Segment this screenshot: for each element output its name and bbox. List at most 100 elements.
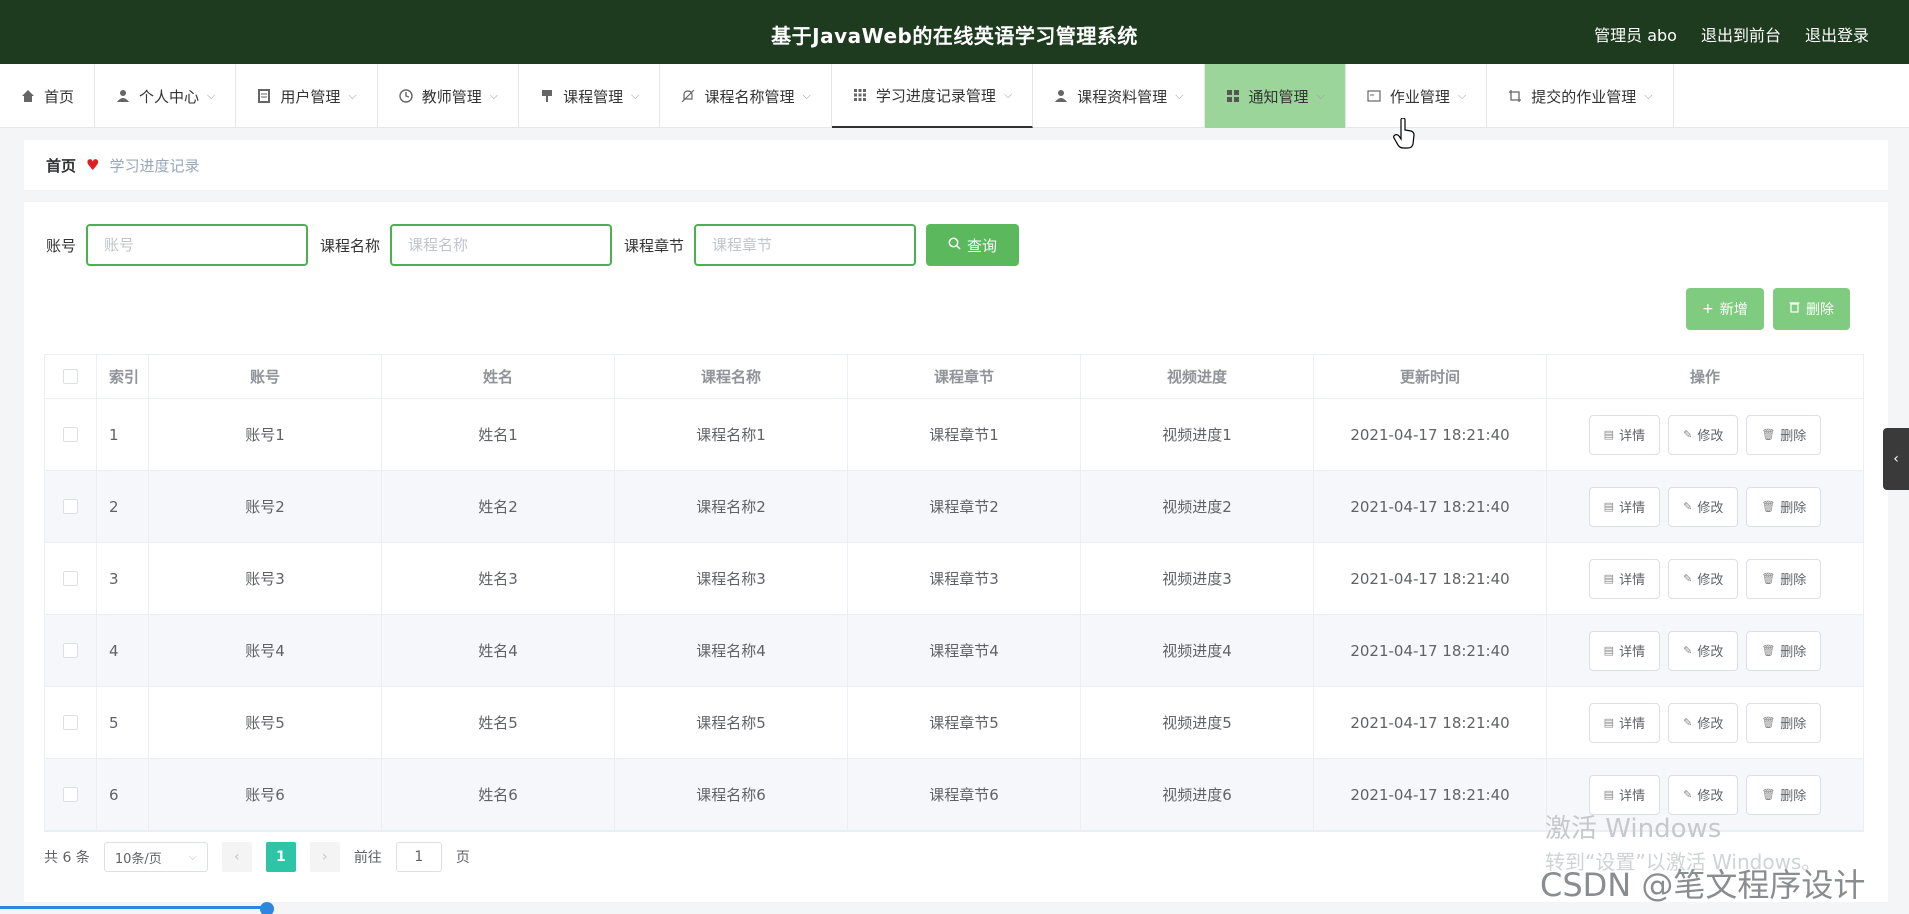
trash-icon: 🗑 — [1761, 644, 1776, 657]
logout-link[interactable]: 退出登录 — [1805, 22, 1869, 46]
document-icon: ▤ — [1603, 572, 1615, 585]
cell-account: 账号2 — [149, 471, 382, 542]
row-checkbox[interactable] — [63, 499, 78, 514]
detail-label: 详情 — [1619, 717, 1646, 732]
row-checkbox[interactable] — [63, 715, 78, 730]
header-index: 索引 — [97, 355, 149, 398]
cell-index: 3 — [97, 543, 149, 614]
query-button[interactable]: 查询 — [926, 224, 1020, 266]
nav-label: 课程名称管理 — [704, 87, 795, 106]
cell-video-progress: 视频进度2 — [1081, 471, 1314, 542]
delete-button[interactable]: 🗑 删除 — [1746, 558, 1822, 599]
table-row: 5 账号5 姓名5 课程名称5 课程章节5 视频进度5 2021-04-17 18:21:4… — [45, 687, 1863, 759]
nav-item-home[interactable]: 首页 — [0, 64, 96, 128]
chevron-down-icon: ⌵ — [1316, 89, 1325, 102]
side-collapse-tab[interactable]: ‹ — [1883, 428, 1909, 490]
nav-label: 用户管理 — [280, 87, 341, 106]
chapter-label: 课程章节 — [624, 236, 685, 255]
edit-button[interactable]: ✎ 修改 — [1668, 558, 1739, 599]
cell-course-name: 课程名称6 — [615, 759, 848, 830]
nav-item-notices[interactable]: 通知管理 ⌵ — [1204, 64, 1346, 128]
nav-item-course-names[interactable]: 课程名称管理 ⌵ — [660, 64, 832, 128]
row-actions: ▤ 详情 ✎ 修改 🗑 删除 — [1547, 471, 1863, 542]
windows-activation-title: 激活 Windows — [1545, 814, 1722, 844]
add-button[interactable]: + 新增 — [1686, 288, 1764, 330]
edit-button[interactable]: ✎ 修改 — [1668, 702, 1739, 743]
edit-label: 修改 — [1697, 717, 1724, 732]
chevron-down-icon: ⌵ — [802, 89, 811, 102]
nav-item-submitted-homework[interactable]: 提交的作业管理 ⌵ — [1487, 64, 1674, 128]
breadcrumb-home[interactable]: 首页 — [46, 155, 76, 176]
row-checkbox[interactable] — [63, 787, 78, 802]
row-checkbox[interactable] — [63, 571, 78, 586]
header-chapter: 课程章节 — [848, 355, 1081, 398]
cell-index: 4 — [97, 615, 149, 686]
edit-label: 修改 — [1697, 645, 1724, 660]
row-actions: ▤ 详情 ✎ 修改 🗑 删除 — [1547, 399, 1863, 470]
delete-button[interactable]: 🗑 删除 — [1746, 702, 1822, 743]
account-input[interactable] — [86, 224, 309, 266]
prev-page-button[interactable]: ‹ — [221, 842, 252, 872]
delete-label: 删除 — [1780, 429, 1807, 444]
to-front-link[interactable]: 退出到前台 — [1701, 22, 1781, 46]
batch-delete-button[interactable]: 删除 — [1773, 288, 1850, 330]
document-icon: ▤ — [1603, 428, 1615, 441]
nav-item-materials[interactable]: 课程资料管理 ⌵ — [1033, 64, 1205, 128]
trash-icon — [1789, 301, 1800, 317]
delete-button[interactable]: 🗑 删除 — [1746, 414, 1822, 455]
chevron-down-icon: ⌵ — [188, 850, 197, 863]
cell-account: 账号6 — [149, 759, 382, 830]
detail-button[interactable]: ▤ 详情 — [1588, 414, 1661, 455]
table-row: 2 账号2 姓名2 课程名称2 课程章节2 视频进度2 2021-04-17 18:21:4… — [45, 471, 1863, 543]
delete-button[interactable]: 🗑 删除 — [1746, 630, 1822, 671]
cell-name: 姓名6 — [382, 759, 615, 830]
detail-button[interactable]: ▤ 详情 — [1588, 702, 1661, 743]
chapter-input[interactable] — [694, 224, 917, 266]
cell-updated-time: 2021-04-17 18:21:40 — [1314, 399, 1547, 470]
goto-page-input[interactable] — [395, 842, 442, 872]
chevron-down-icon: ⌵ — [1175, 89, 1184, 102]
table-row: 4 账号4 姓名4 课程名称4 课程章节4 视频进度4 2021-04-17 18:21:4… — [45, 615, 1863, 687]
cell-name: 姓名3 — [382, 543, 615, 614]
course-name-input[interactable] — [390, 224, 613, 266]
header-actions: 管理员 abo 退出到前台 退出登录 — [1594, 22, 1869, 46]
nav-item-courses[interactable]: 课程管理 ⌵ — [519, 64, 661, 128]
pencil-icon: ✎ — [1683, 716, 1693, 729]
row-select-cell — [45, 543, 97, 614]
edit-button[interactable]: ✎ 修改 — [1668, 486, 1739, 527]
edit-button[interactable]: ✎ 修改 — [1668, 414, 1739, 455]
delete-button[interactable]: 🗑 删除 — [1746, 486, 1822, 527]
nav-item-users[interactable]: 用户管理 ⌵ — [236, 64, 378, 128]
detail-button[interactable]: ▤ 详情 — [1588, 486, 1661, 527]
next-page-button[interactable]: › — [309, 842, 340, 872]
delete-button[interactable]: 🗑 删除 — [1746, 774, 1822, 815]
nav-item-progress[interactable]: 学习进度记录管理 ⌵ — [831, 64, 1034, 128]
cell-video-progress: 视频进度4 — [1081, 615, 1314, 686]
header-name: 姓名 — [382, 355, 615, 398]
row-checkbox[interactable] — [63, 427, 78, 442]
detail-button[interactable]: ▤ 详情 — [1588, 558, 1661, 599]
document-icon: ▤ — [1603, 716, 1615, 729]
crop-icon — [1507, 88, 1523, 104]
detail-label: 详情 — [1619, 789, 1646, 804]
page-number-current[interactable]: 1 — [265, 842, 296, 872]
edit-label: 修改 — [1697, 429, 1724, 444]
detail-button[interactable]: ▤ 详情 — [1588, 630, 1661, 671]
goto-suffix: 页 — [455, 850, 470, 866]
search-icon — [948, 236, 961, 254]
cell-account: 账号3 — [149, 543, 382, 614]
trash-icon: 🗑 — [1761, 716, 1776, 729]
cell-course-name: 课程名称4 — [615, 615, 848, 686]
heart-icon: ♥ — [86, 156, 100, 174]
nav-label: 教师管理 — [421, 87, 482, 106]
goto-prefix: 前往 — [353, 850, 382, 866]
cell-index: 2 — [97, 471, 149, 542]
cell-chapter: 课程章节3 — [848, 543, 1081, 614]
edit-button[interactable]: ✎ 修改 — [1668, 630, 1739, 671]
row-checkbox[interactable] — [63, 643, 78, 658]
table-row: 3 账号3 姓名3 课程名称3 课程章节3 视频进度3 2021-04-17 18:21:4… — [45, 543, 1863, 615]
nav-item-profile[interactable]: 个人中心 ⌵ — [95, 64, 237, 128]
nav-item-teachers[interactable]: 教师管理 ⌵ — [378, 64, 520, 128]
select-all-checkbox[interactable] — [63, 369, 78, 384]
page-size-select[interactable]: 10条/页 ⌵ — [103, 842, 208, 872]
